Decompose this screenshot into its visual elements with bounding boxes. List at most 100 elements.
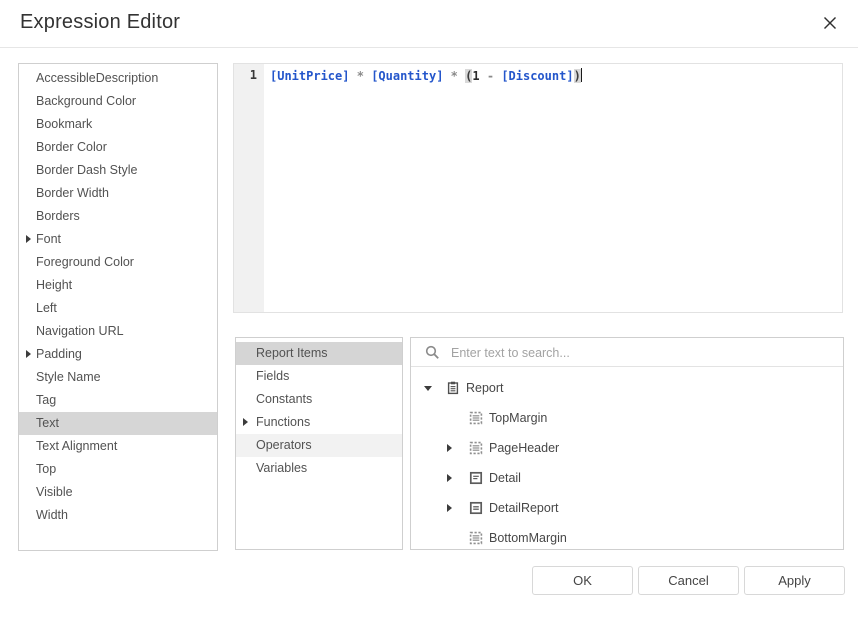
property-item-borders[interactable]: Borders — [19, 205, 217, 228]
category-item-label: Report Items — [256, 346, 328, 360]
property-item-navigation-url[interactable]: Navigation URL — [19, 320, 217, 343]
page-title: Expression Editor — [20, 11, 180, 34]
property-item-height[interactable]: Height — [19, 274, 217, 297]
cancel-button[interactable]: Cancel — [638, 566, 739, 595]
expression-token-space — [349, 69, 356, 83]
tree-item-label: Detail — [489, 471, 521, 485]
property-item-border-width[interactable]: Border Width — [19, 182, 217, 205]
property-item-left[interactable]: Left — [19, 297, 217, 320]
category-item-fields[interactable]: Fields — [236, 365, 402, 388]
property-item-label: Border Width — [36, 186, 109, 200]
tree-item-bottommargin[interactable]: BottomMargin — [411, 523, 843, 550]
tree-item-report[interactable]: Report — [411, 373, 843, 403]
tree-item-label: BottomMargin — [489, 531, 567, 545]
property-item-label: Visible — [36, 485, 73, 499]
margin-band-icon — [469, 411, 483, 425]
tree-item-label: Report — [466, 381, 504, 395]
close-icon — [822, 15, 838, 34]
expression-input-area[interactable]: 1 [UnitPrice] * [Quantity] * (1 - [Disco… — [233, 63, 843, 313]
expander-collapsed-icon[interactable] — [447, 504, 452, 512]
tree-item-topmargin[interactable]: TopMargin — [411, 403, 843, 433]
tree-item-detailreport[interactable]: DetailReport — [411, 493, 843, 523]
margin-band-icon — [469, 531, 483, 545]
expression-token-operator: - — [487, 69, 494, 83]
properties-list: AccessibleDescription Background Color Boo… — [18, 63, 218, 551]
property-item-label: Width — [36, 508, 68, 522]
expression-token-space — [443, 69, 450, 83]
search-icon — [425, 345, 440, 365]
property-item-label: Padding — [36, 347, 82, 361]
category-item-label: Constants — [256, 392, 312, 406]
expression-token-field: [Discount] — [501, 69, 573, 83]
category-item-label: Operators — [256, 438, 312, 452]
property-item-label: Border Dash Style — [36, 163, 137, 177]
category-item-operators[interactable]: Operators — [236, 434, 402, 457]
property-item-text[interactable]: Text — [19, 412, 217, 435]
expression-editor-dialog: Expression Editor AccessibleDescription B… — [0, 0, 858, 626]
property-item-label: Tag — [36, 393, 56, 407]
property-item-foreground-color[interactable]: Foreground Color — [19, 251, 217, 274]
detail-report-band-icon — [469, 501, 483, 515]
search-input[interactable] — [449, 338, 833, 367]
tree-expander[interactable] — [447, 474, 469, 482]
expression-token-paren-highlight: ) — [574, 69, 581, 83]
tree-expander[interactable] — [447, 504, 469, 512]
property-item-bookmark[interactable]: Bookmark — [19, 113, 217, 136]
property-item-border-color[interactable]: Border Color — [19, 136, 217, 159]
detail-band-icon — [469, 471, 483, 485]
property-item-label: Text — [36, 416, 59, 430]
tree-expander[interactable] — [424, 386, 446, 391]
line-number-gutter: 1 — [234, 64, 264, 312]
property-item-background-color[interactable]: Background Color — [19, 90, 217, 113]
category-item-label: Functions — [256, 415, 310, 429]
property-item-label: Navigation URL — [36, 324, 124, 338]
property-item-label: Borders — [36, 209, 80, 223]
ok-button[interactable]: OK — [532, 566, 633, 595]
expand-arrow-icon[interactable] — [26, 350, 31, 358]
expander-collapsed-icon[interactable] — [447, 474, 452, 482]
line-number: 1 — [250, 68, 257, 82]
apply-button[interactable]: Apply — [744, 566, 845, 595]
property-item-label: Height — [36, 278, 72, 292]
property-item-label: Border Color — [36, 140, 107, 154]
property-item-style-name[interactable]: Style Name — [19, 366, 217, 389]
tree-expander[interactable] — [447, 444, 469, 452]
expression-token-operator: * — [357, 69, 364, 83]
property-item-tag[interactable]: Tag — [19, 389, 217, 412]
expander-expanded-icon[interactable] — [424, 386, 432, 391]
expander-collapsed-icon[interactable] — [447, 444, 452, 452]
property-item-padding[interactable]: Padding — [19, 343, 217, 366]
property-item-label: AccessibleDescription — [36, 71, 158, 85]
margin-band-icon — [469, 441, 483, 455]
property-item-label: Foreground Color — [36, 255, 134, 269]
property-item-label: Bookmark — [36, 117, 92, 131]
property-item-label: Top — [36, 462, 56, 476]
tree-item-detail[interactable]: Detail — [411, 463, 843, 493]
property-item-visible[interactable]: Visible — [19, 481, 217, 504]
category-item-constants[interactable]: Constants — [236, 388, 402, 411]
report-icon — [446, 381, 460, 395]
property-item-top[interactable]: Top — [19, 458, 217, 481]
text-caret — [581, 68, 582, 82]
expand-arrow-icon[interactable] — [26, 235, 31, 243]
property-item-label: Font — [36, 232, 61, 246]
property-item-text-alignment[interactable]: Text Alignment — [19, 435, 217, 458]
property-item-width[interactable]: Width — [19, 504, 217, 527]
category-item-report-items[interactable]: Report Items — [236, 342, 402, 365]
tree-item-pageheader[interactable]: PageHeader — [411, 433, 843, 463]
expression-token-space — [480, 69, 487, 83]
property-item-font[interactable]: Font — [19, 228, 217, 251]
category-item-functions[interactable]: Functions — [236, 411, 402, 434]
report-tree: Report TopMargin PageHeader Detail Detai… — [411, 367, 843, 550]
close-button[interactable] — [816, 10, 844, 38]
property-item-label: Style Name — [36, 370, 101, 384]
search-bar — [411, 338, 843, 367]
dialog-header: Expression Editor — [0, 0, 858, 48]
expression-line: [UnitPrice] * [Quantity] * (1 - [Discoun… — [270, 68, 582, 83]
tree-item-label: DetailReport — [489, 501, 558, 515]
category-item-label: Variables — [256, 461, 307, 475]
expand-arrow-icon[interactable] — [243, 418, 248, 426]
property-item-border-dash-style[interactable]: Border Dash Style — [19, 159, 217, 182]
property-item-accessibledescription[interactable]: AccessibleDescription — [19, 67, 217, 90]
category-item-variables[interactable]: Variables — [236, 457, 402, 480]
